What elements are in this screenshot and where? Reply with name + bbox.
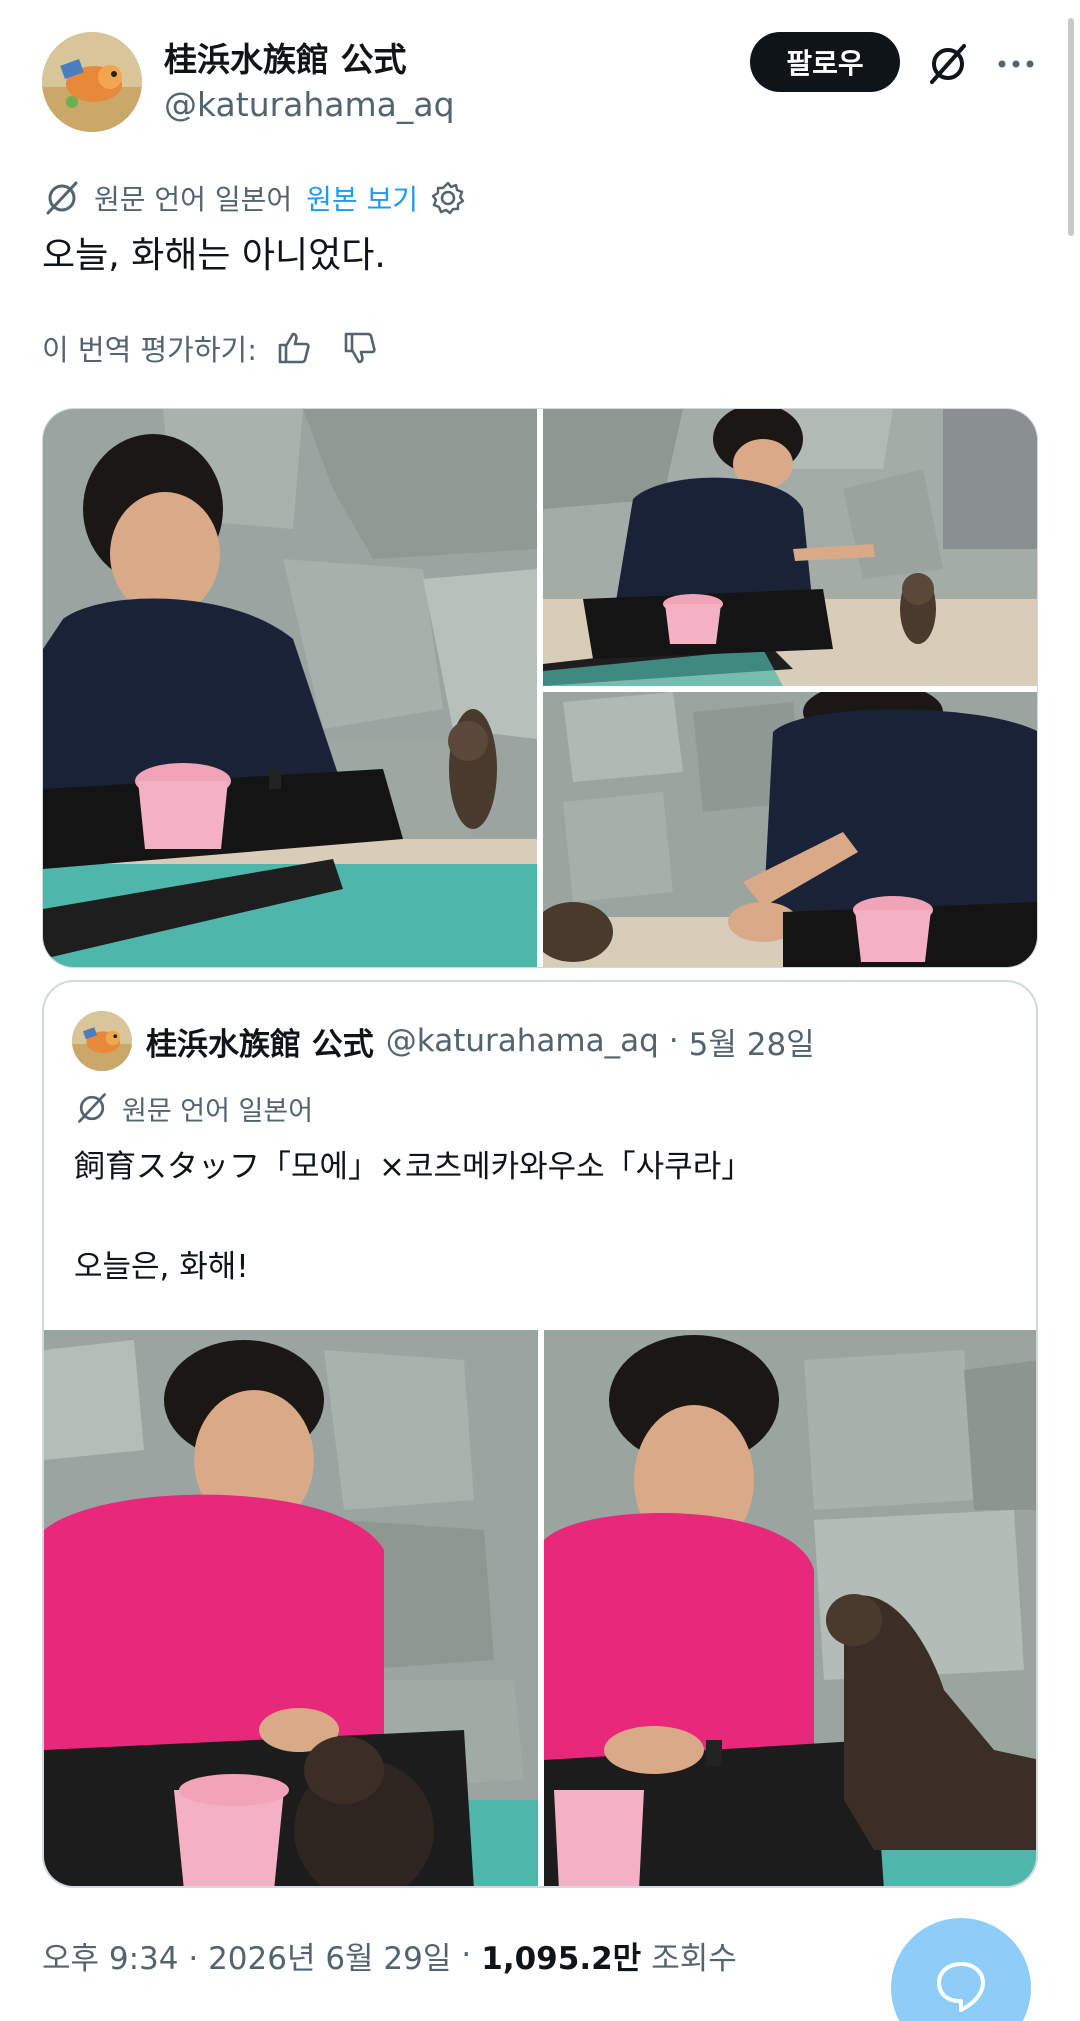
rate-translation-row: 이 번역 평가하기:	[42, 326, 379, 370]
quoted-display-name[interactable]: 桂浜水族館 公式	[146, 1019, 374, 1064]
thumbs-down-icon[interactable]	[341, 329, 379, 367]
quoted-avatar[interactable]	[72, 1011, 132, 1071]
quoted-date[interactable]: 5월 28일	[689, 1019, 815, 1064]
user-handle[interactable]: @katurahama_aq	[164, 82, 455, 128]
meta-separator: ·	[461, 1937, 472, 1973]
gear-icon[interactable]	[430, 180, 466, 216]
quoted-text: 飼育スタッフ「모에」×코츠메카와우소「사쿠라」 오늘은, 화해!	[74, 1142, 752, 1292]
quoted-handle[interactable]: @katurahama_aq	[386, 1023, 659, 1059]
avatar[interactable]	[42, 32, 142, 132]
quoted-translation-note: 원문 언어 일본어	[122, 1095, 314, 1127]
translate-icon	[46, 181, 78, 215]
thumbs-up-icon[interactable]	[275, 329, 313, 367]
post-meta: 오후 9:34 · 2026년 6월 29일 · 1,095.2만 조회수	[42, 1930, 737, 1980]
views-count: 1,095.2만	[481, 1940, 642, 1977]
translate-icon	[78, 1093, 106, 1123]
quoted-media-grid	[44, 1330, 1036, 1886]
photo-pink-staff-2[interactable]	[544, 1330, 1036, 1886]
rate-translation-label: 이 번역 평가하기:	[42, 333, 257, 367]
show-original-link[interactable]: 원본 보기	[306, 178, 418, 218]
post-timestamp[interactable]: 오후 9:34 · 2026년 6월 29일	[42, 1933, 451, 1978]
post-header: 桂浜水族館 公式 @katurahama_aq 팔로우	[42, 32, 1042, 136]
photo-staff-with-otter-1[interactable]	[43, 409, 537, 967]
quoted-post-header: 桂浜水族館 公式 @katurahama_aq · 5월 28일	[72, 1010, 815, 1072]
display-name[interactable]: 桂浜水族館 公式	[164, 38, 455, 82]
quoted-separator: ·	[668, 1023, 679, 1059]
translation-row: 원문 언어 일본어 원본 보기	[42, 176, 466, 220]
post-text: 오늘, 화해는 아니었다.	[42, 235, 386, 276]
photo-staff-with-otter-3[interactable]	[543, 692, 1037, 967]
views-label: 조회수	[651, 1940, 737, 1977]
compose-reply-button[interactable]	[891, 1918, 1031, 2021]
more-icon[interactable]	[992, 40, 1040, 88]
quoted-text-line-1: 飼育スタッフ「모에」×코츠메카와우소「사쿠라」	[74, 1149, 753, 1185]
photo-staff-with-otter-2[interactable]	[543, 409, 1037, 686]
media-grid	[42, 408, 1038, 968]
grok-icon[interactable]	[924, 40, 972, 88]
quoted-translation-row: 원문 언어 일본어	[74, 1088, 313, 1128]
compose-reply-icon	[937, 1962, 985, 2012]
translation-note: 원문 언어 일본어	[94, 183, 293, 216]
photo-pink-staff-1[interactable]	[44, 1330, 538, 1886]
quoted-text-line-2: 오늘은, 화해!	[74, 1249, 249, 1285]
scrollbar[interactable]	[1068, 18, 1074, 236]
follow-button[interactable]: 팔로우	[750, 32, 900, 92]
quoted-post[interactable]: 桂浜水族館 公式 @katurahama_aq · 5월 28일 원문 언어 일…	[42, 980, 1038, 1888]
